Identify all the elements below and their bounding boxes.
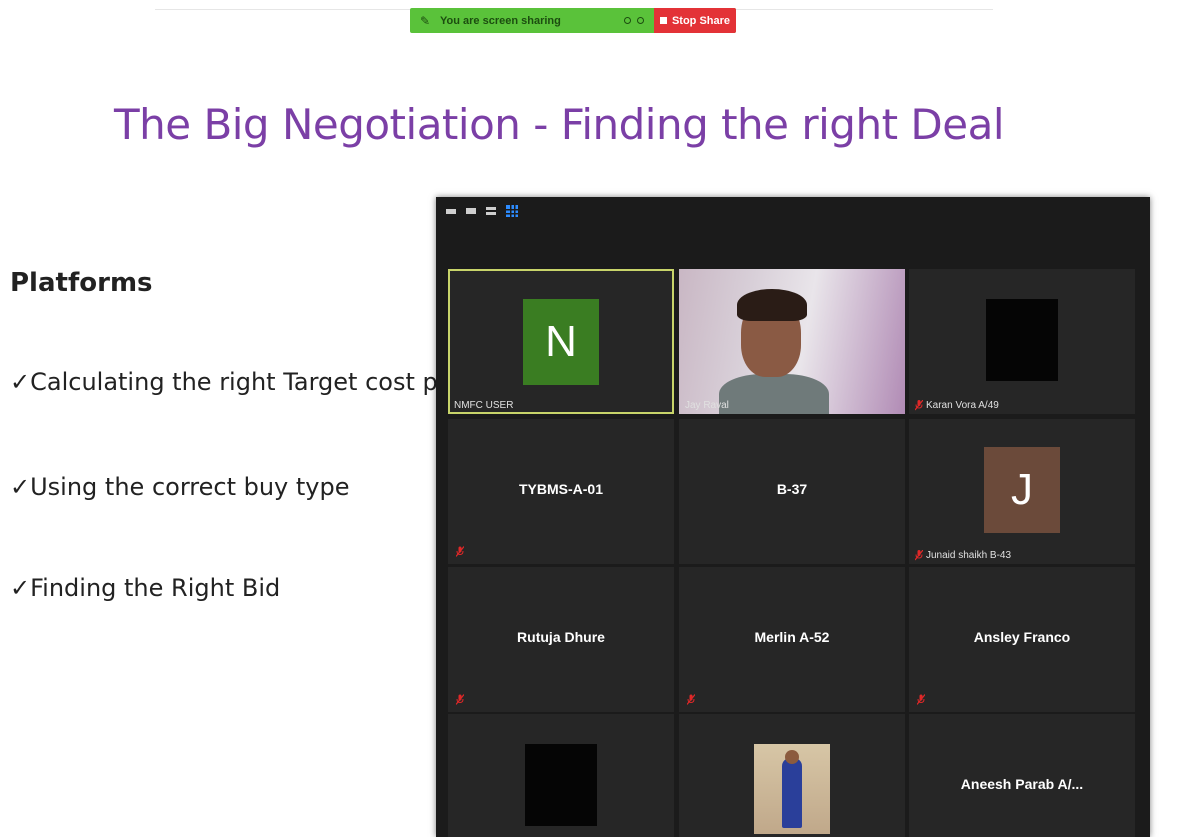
participant-tile-merlin-a-52[interactable]: Merlin A-52 <box>679 567 905 712</box>
bullet-item: ✓Finding the Right Bid <box>10 574 281 602</box>
participant-tile-aneesh-parab[interactable]: Aneesh Parab A/... <box>909 714 1135 837</box>
bullet-item: ✓Calculating the right Target cost p <box>10 368 438 396</box>
share-status-label: You are screen sharing <box>440 14 561 27</box>
participant-tile-jay-raval[interactable]: Jay Raval <box>679 269 905 414</box>
participant-name: Aneesh Parab A/... <box>960 776 1084 792</box>
mute-icon <box>915 550 923 561</box>
participant-name: Jay Raval <box>685 400 729 411</box>
participant-name: Rutuja Dhure <box>517 629 605 645</box>
participant-video <box>679 269 905 414</box>
participant-tile-junaid-shaikh[interactable]: J Junaid shaikh B-43 <box>909 419 1135 564</box>
participant-avatar: N <box>523 299 599 385</box>
pause-share-icon[interactable] <box>624 17 631 24</box>
participant-tile-photo[interactable] <box>679 714 905 837</box>
view-toolbar <box>446 205 518 217</box>
participant-tile-tybms-a-01[interactable]: TYBMS-A-01 <box>448 419 674 564</box>
participant-name: TYBMS-A-01 <box>518 481 603 497</box>
participant-tile-karan-vora[interactable]: Karan Vora A/49 <box>909 269 1135 414</box>
participant-avatar <box>525 744 597 826</box>
strip-view-icon[interactable] <box>486 207 496 215</box>
participant-tile-unnamed[interactable] <box>448 714 674 837</box>
slide-heading: Platforms <box>10 268 153 298</box>
participant-name: Merlin A-52 <box>754 629 830 645</box>
minimize-view-icon[interactable] <box>446 208 456 214</box>
participant-name: Junaid shaikh B-43 <box>915 550 1011 561</box>
screen-share-bar: ✎ You are screen sharing Stop Share <box>410 8 736 33</box>
speaker-view-icon[interactable] <box>466 208 476 214</box>
slide-title: The Big Negotiation - Finding the right … <box>113 100 1005 149</box>
mute-icon <box>456 694 464 706</box>
stop-share-button[interactable]: Stop Share <box>654 8 736 33</box>
stop-icon <box>659 17 667 24</box>
mute-icon <box>687 694 695 706</box>
participant-name: Karan Vora A/49 <box>915 400 999 411</box>
mute-icon <box>915 400 923 411</box>
share-options-icon[interactable] <box>637 17 644 24</box>
participant-name: NMFC USER <box>454 400 514 411</box>
gallery-view-icon[interactable] <box>506 205 518 217</box>
participant-avatar: J <box>984 447 1060 533</box>
participant-photo <box>754 744 830 834</box>
participant-name: Ansley Franco <box>973 629 1071 645</box>
participant-tile-ansley-franco[interactable]: Ansley Franco <box>909 567 1135 712</box>
participant-tile-rutuja-dhure[interactable]: Rutuja Dhure <box>448 567 674 712</box>
participant-name: B-37 <box>776 481 808 497</box>
participant-tile-nmfc-user[interactable]: N NMFC USER <box>448 269 674 414</box>
participant-avatar <box>986 299 1058 381</box>
stop-share-label: Stop Share <box>671 14 731 27</box>
mute-icon <box>456 546 464 558</box>
participant-tile-b-37[interactable]: B-37 <box>679 419 905 564</box>
bullet-item: ✓Using the correct buy type <box>10 473 350 501</box>
video-gallery-window: N NMFC USER Jay Raval Karan Vora A/49 TY… <box>436 197 1150 837</box>
share-status-icon: ✎ <box>419 13 431 28</box>
mute-icon <box>917 694 925 706</box>
